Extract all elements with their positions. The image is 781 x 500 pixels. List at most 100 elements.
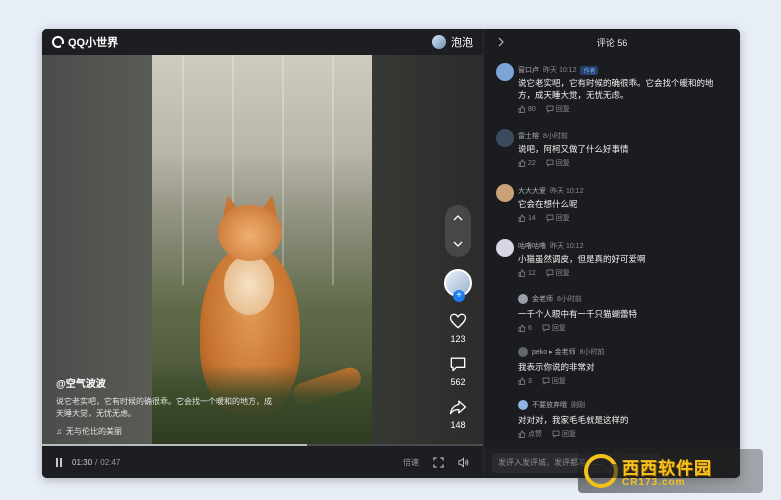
cat-chest	[224, 255, 274, 315]
reply-bubble-icon	[546, 269, 554, 277]
site-watermark: 西西软件园 CR173.com	[578, 449, 763, 493]
commenter-name[interactable]: 金老师	[532, 294, 553, 304]
comment-like-count: 3	[528, 377, 532, 385]
comment-list: 窗口卢 昨天 10:12 作者 说它老实吧，它有时候的确很乖。它会找个暖和的地方，成天…	[484, 55, 740, 445]
follow-plus-icon[interactable]: +	[453, 290, 465, 302]
comment-text: 对对对，我家毛毛就是这样的	[518, 415, 629, 425]
comment-reply-label: 回复	[551, 378, 566, 385]
commenter-avatar[interactable]	[518, 347, 528, 357]
commenter-avatar[interactable]	[518, 294, 528, 304]
comment-time: 昨天 10:12	[550, 243, 584, 250]
video-description: 说它老实吧，它有时候的确很乖。它会找一个暖和的地方，成天睡大觉，无忧无虑。	[56, 397, 272, 418]
comment-like-count: 6	[528, 324, 532, 332]
comment-count: 562	[450, 377, 466, 387]
comment-like-button[interactable]: 22	[518, 159, 536, 167]
comment-like-button[interactable]: 80	[518, 105, 536, 113]
commenter-name[interactable]: 大大大爱	[518, 186, 546, 196]
comment-like-button[interactable]: 14	[518, 214, 536, 222]
comment-item: 窗口卢 昨天 10:12 作者 说它老实吧，它有时候的确很乖。它会找个暖和的地方，成天…	[484, 63, 740, 121]
music-info[interactable]: ♫ 无与伦比的美丽	[56, 426, 276, 437]
music-note-icon: ♫	[56, 427, 62, 436]
commenter-name[interactable]: peko ▸ 金老师	[532, 347, 576, 357]
comment-text: 一千个人眼中有一千只猫蝴蕾特	[518, 309, 638, 319]
comment-header: 评论 56	[484, 29, 740, 55]
comment-title: 评论 56	[596, 37, 628, 48]
comment-bubble-icon	[450, 357, 466, 372]
commenter-name[interactable]: 咕噜咕噜	[518, 241, 546, 251]
thumb-up-icon	[518, 105, 526, 113]
comment-item: 咕噜咕噜 昨天 10:12 小猫虽然调皮，但是真的好可爱啊 12 回复	[484, 239, 740, 285]
comment-reply-button[interactable]: 回复	[546, 158, 570, 168]
qq-logo-icon	[52, 36, 65, 48]
commenter-name[interactable]: 雷士榕	[518, 131, 539, 141]
comment-reply-label: 回复	[555, 160, 570, 167]
comment-reply-label: 回复	[555, 270, 570, 277]
comment-reply-button[interactable]: 回复	[546, 268, 570, 278]
chevron-down-icon[interactable]	[452, 238, 464, 250]
comment-button[interactable]: 562	[448, 354, 468, 387]
reply-bubble-icon	[542, 377, 550, 385]
thumb-up-icon	[518, 430, 526, 438]
time-current: 01:30	[72, 457, 93, 467]
comment-text: 我表示你说的非常对	[518, 362, 595, 372]
author-tag: 作者	[580, 65, 599, 75]
comment-reply-button[interactable]: 回复	[546, 213, 570, 223]
comment-text: 说吧，阿柯又做了什么好事情	[518, 144, 629, 154]
comment-like-button[interactable]: 12	[518, 269, 536, 277]
commenter-avatar[interactable]	[496, 239, 514, 257]
chevron-up-icon[interactable]	[452, 212, 464, 224]
comment-like-count: 14	[528, 214, 536, 222]
user-avatar	[432, 35, 446, 49]
author-avatar[interactable]: +	[444, 269, 472, 302]
comment-time: 8小时前	[579, 349, 605, 356]
comment-time: 刚刚	[571, 402, 585, 409]
comment-like-button[interactable]: 6	[518, 324, 532, 332]
commenter-avatar[interactable]	[496, 129, 514, 147]
comment-item: 不要放弃哦 刚刚对对对，我家毛毛就是这样的 点赞 回复	[484, 400, 740, 442]
comment-reply-button[interactable]: 回复	[542, 376, 566, 386]
like-button[interactable]: 123	[448, 311, 468, 344]
commenter-name[interactable]: 窗口卢	[518, 65, 539, 75]
video-author[interactable]: @空气波波	[56, 375, 276, 390]
comment-time: 昨天 10:12	[550, 188, 584, 195]
commenter-avatar[interactable]	[496, 63, 514, 81]
like-count: 123	[450, 334, 466, 344]
share-count: 148	[450, 420, 466, 430]
comment-item: peko ▸ 金老师 8小时前我表示你说的非常对 3 回复	[484, 347, 740, 389]
comment-reply-label: 回复	[551, 325, 566, 332]
share-button[interactable]: 148	[448, 397, 468, 430]
comment-pane: 评论 56 窗口卢 昨天 10:12 作者 说它老实吧，它有时候的确很乖。它会找个暖和…	[483, 29, 740, 478]
commenter-avatar[interactable]	[518, 400, 528, 410]
comment-time: 8小时前	[557, 296, 582, 303]
player-controls: 01:30 / 02:47 倍速	[42, 446, 483, 478]
comment-reply-button[interactable]: 回复	[546, 104, 570, 114]
user-profile[interactable]: 泡泡	[432, 34, 473, 50]
reply-bubble-icon	[552, 430, 560, 438]
thumb-up-icon	[518, 377, 526, 385]
comment-reply-label: 回复	[562, 431, 576, 438]
app-window: QQ小世界 泡泡 + 123 562 148 @空气波波 说它老实吧，它有时候的…	[42, 29, 740, 478]
comment-like-count: 80	[528, 105, 536, 113]
speed-button[interactable]: 倍速	[403, 457, 419, 468]
reply-bubble-icon	[546, 159, 554, 167]
commenter-avatar[interactable]	[496, 184, 514, 202]
comment-like-button[interactable]: 点赞	[518, 429, 542, 439]
watermark-logo-icon	[584, 454, 620, 488]
heart-icon	[449, 313, 467, 329]
comment-reply-button[interactable]: 回复	[542, 323, 566, 333]
thumb-up-icon	[518, 324, 526, 332]
comment-item: 雷士榕 8小时前 说吧，阿柯又做了什么好事情 22 回复	[484, 129, 740, 175]
reply-bubble-icon	[542, 324, 550, 332]
chevron-right-icon[interactable]	[496, 37, 506, 47]
fullscreen-icon[interactable]	[433, 456, 444, 468]
commenter-name[interactable]: 不要放弃哦	[532, 400, 567, 410]
fence-line	[182, 55, 184, 285]
pause-icon[interactable]	[56, 457, 62, 467]
comment-reply-button[interactable]: 回复	[552, 429, 576, 439]
user-name: 泡泡	[451, 37, 473, 49]
comment-like-count: 22	[528, 159, 536, 167]
volume-icon[interactable]	[458, 456, 469, 468]
time-total: 02:47	[100, 457, 121, 467]
video-pane: QQ小世界 泡泡 + 123 562 148 @空气波波 说它老实吧，它有时候的…	[42, 29, 483, 478]
comment-like-button[interactable]: 3	[518, 377, 532, 385]
